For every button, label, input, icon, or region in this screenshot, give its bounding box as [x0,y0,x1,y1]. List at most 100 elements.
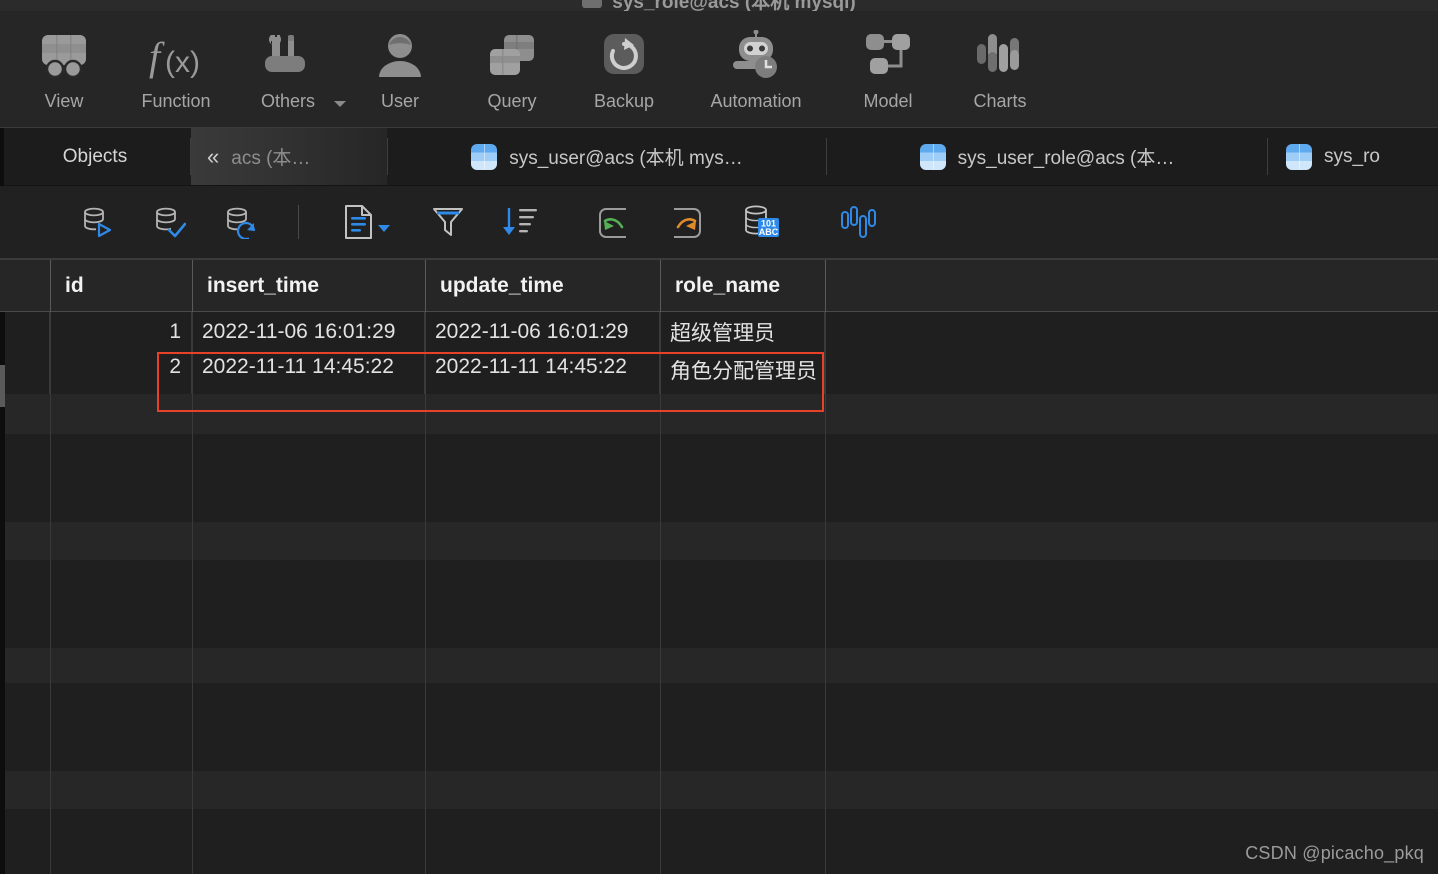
table-tab-icon [1286,143,1312,170]
table-row-empty[interactable] [5,771,1438,809]
column-header-id[interactable]: id [50,260,192,312]
export-wizard-button[interactable] [665,201,707,243]
grid-view-button[interactable] [335,201,397,243]
grid-header-row: id insert_time update_time role_name [0,259,1438,312]
tab-sys-role[interactable]: sys_ro [1268,128,1400,185]
toolbar-label-model: Model [863,91,913,111]
row-selector[interactable] [5,312,50,352]
chevron-down-icon[interactable] [377,224,390,232]
toolbar-button-view[interactable]: View [8,11,120,123]
begin-transaction-button[interactable] [76,201,118,243]
toolbar-button-query[interactable]: Query [456,11,568,123]
tab-sys-user-role[interactable]: sys_user_role@acs (本… [827,128,1267,185]
column-divider[interactable] [50,312,51,874]
column-header-insert-time[interactable]: insert_time [192,260,425,312]
toolbar-label-automation: Automation [710,91,802,111]
tab-sys-user[interactable]: sys_user@acs (本机 mys… [388,128,826,185]
cell-update-time[interactable]: 2022-11-06 16:01:29 [425,312,660,352]
column-divider[interactable] [425,312,426,874]
column-header-rownum[interactable] [5,260,50,312]
tab-bar: Objects « acs (本… sys_user@acs (本机 mys… … [0,128,1438,186]
rollback-icon [227,207,256,239]
sort-button[interactable] [499,201,541,243]
column-header-label: update_time [440,274,564,297]
table-row-empty[interactable] [5,394,1438,434]
column-header-role-name[interactable]: role_name [660,260,825,312]
tab-collapse-sidebar[interactable]: « acs (本… [191,128,387,185]
toolbar-button-others[interactable]: Others [232,11,346,123]
column-header-label: role_name [675,274,781,297]
grid-toolbar: 101 ABC [0,186,1438,259]
tab-objects[interactable]: Objects [0,128,190,185]
toolbar-label-charts: Charts [973,91,1027,111]
table-row-empty[interactable] [5,648,1438,683]
window-title: sys_role@acs (本机 mysql) [612,0,856,11]
cell-insert-time[interactable]: 2022-11-06 16:01:29 [192,312,425,352]
tab-label: sys_user_role@acs (本… [957,148,1175,169]
export-wizard-icon [674,208,701,238]
commit-icon [156,207,186,238]
double-chevron-left-icon[interactable]: « [207,144,219,170]
chart-preview-icon [841,206,876,238]
column-header-filler [825,260,1438,312]
commit-button[interactable] [148,201,190,243]
toolbar-button-function[interactable]: f (x) Function [120,11,232,123]
table-row-empty[interactable] [5,522,1438,560]
table-row-empty[interactable] [5,434,1438,522]
model-icon [860,25,916,87]
column-divider[interactable] [660,312,661,874]
import-wizard-icon [599,208,626,238]
table-row[interactable]: 1 2022-11-06 16:01:29 2022-11-06 16:01:2… [5,312,1438,352]
toolbar-button-charts[interactable]: Charts [944,11,1056,123]
column-header-label: id [65,274,84,297]
main-toolbar: View f (x) Function Others User Query Ba… [0,11,1438,128]
toolbar-label-view: View [44,91,84,111]
svg-text:f: f [149,34,165,79]
table-row-empty[interactable] [5,683,1438,771]
cell-role-name[interactable]: 超级管理员 [660,312,825,352]
sort-icon [503,208,537,235]
toolbar-button-model[interactable]: Model [832,11,944,123]
column-header-label: insert_time [207,274,320,297]
toolbar-button-backup[interactable]: Backup [568,11,680,123]
table-tab-icon [919,143,946,170]
toolbar-label-backup: Backup [593,91,655,111]
tab-collapse-label: acs (本… [231,148,311,169]
backup-icon [598,25,650,87]
column-divider[interactable] [825,312,826,874]
user-icon [374,25,426,87]
import-wizard-button[interactable] [593,201,635,243]
svg-text:(x): (x) [165,46,200,79]
table-icon [582,0,603,8]
query-icon [484,25,540,87]
toolbar-label-function: Function [141,91,211,111]
automation-icon [725,25,787,87]
toolbar-label-others: Others [260,91,316,111]
begin-transaction-icon [84,207,112,238]
tab-label: sys_user@acs (本机 mys… [509,148,743,169]
toolbar-button-user[interactable]: User [344,11,456,123]
rollback-button[interactable] [220,201,262,243]
filter-icon [433,208,463,236]
svg-text:ABC: ABC [759,227,779,237]
toolbar-button-automation[interactable]: Automation [680,11,832,123]
tab-objects-label: Objects [62,145,128,167]
column-divider[interactable] [192,312,193,874]
table-tab-icon [471,143,498,170]
tab-label: sys_ro [1324,145,1380,167]
column-header-update-time[interactable]: update_time [425,260,660,312]
charts-icon [971,25,1029,87]
window-title-bar: sys_role@acs (本机 mysql) [0,0,1438,11]
table-row-empty[interactable] [5,809,1438,874]
navicat-window: sys_role@acs (本机 mysql) View f (x) Funct… [0,0,1438,874]
data-generation-button[interactable]: 101 ABC [737,201,785,243]
filter-button[interactable] [427,201,469,243]
toolbar-label-user: User [380,91,419,111]
cell-id[interactable]: 1 [50,312,192,352]
toolbar-label-query: Query [487,91,537,111]
data-grid[interactable]: id insert_time update_time role_name 1 2… [0,259,1438,874]
table-row-empty[interactable] [5,560,1438,648]
view-icon [35,25,93,87]
toolbar-separator [298,205,299,239]
chart-preview-button[interactable] [837,201,879,243]
